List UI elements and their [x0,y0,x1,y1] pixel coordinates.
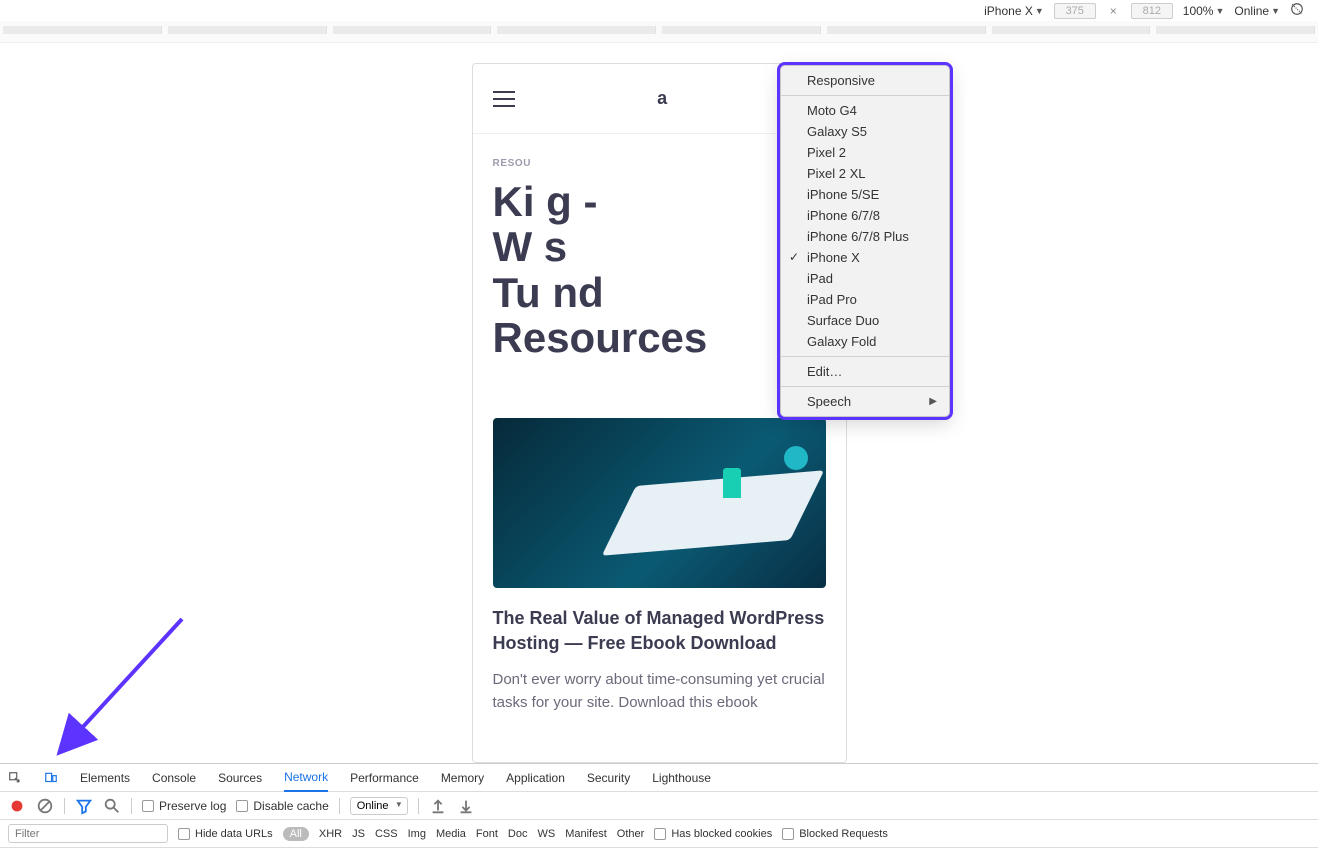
device-menu-item[interactable]: Moto G4 [781,100,949,121]
page-title: Ki g - W s Tu nd Resources [493,179,826,360]
filter-type-manifest[interactable]: Manifest [565,828,607,840]
viewport-height-input[interactable] [1131,3,1173,19]
device-menu-item[interactable]: Speech▶ [781,391,949,412]
dimension-separator: × [1106,4,1121,18]
filter-type-css[interactable]: CSS [375,828,398,840]
site-logo[interactable]: a [657,88,667,109]
filter-type-img[interactable]: Img [408,828,426,840]
device-select-label: iPhone X [984,4,1033,18]
filter-type-other[interactable]: Other [617,828,645,840]
device-toolbar: iPhone X ▼ × 100% ▼ Online ▼ [0,0,1318,21]
devtools-tab-application[interactable]: Application [506,771,565,785]
inspect-element-icon[interactable] [8,771,22,785]
device-menu-item[interactable]: Responsive [781,70,949,91]
devtools-tab-console[interactable]: Console [152,771,196,785]
article-title[interactable]: The Real Value of Managed WordPress Host… [493,606,826,655]
throttle-dropdown[interactable]: Online ▼ [1234,4,1280,18]
device-menu-item[interactable]: iPad [781,268,949,289]
throttle-label: Online [1234,4,1269,18]
caret-down-icon: ▼ [1215,6,1224,16]
preserve-log-label: Preserve log [159,799,226,813]
has-blocked-cookies-label: Has blocked cookies [671,828,772,840]
device-menu-item[interactable]: iPhone 6/7/8 [781,205,949,226]
devtools-tab-performance[interactable]: Performance [350,771,419,785]
article-excerpt: Don't ever worry about time-consuming ye… [493,669,826,714]
devtools-panel: Elements Console Sources Network Performance… [0,763,1318,848]
search-icon[interactable] [103,797,121,815]
devtools-tab-lighthouse[interactable]: Lighthouse [652,771,711,785]
filter-type-xhr[interactable]: XHR [319,828,342,840]
device-menu-item[interactable]: iPad Pro [781,289,949,310]
category-overline: RESOU [493,158,826,169]
device-menu-item[interactable]: Pixel 2 XL [781,163,949,184]
filter-type-doc[interactable]: Doc [508,828,528,840]
blocked-requests-checkbox[interactable]: Blocked Requests [782,828,888,840]
filter-type-font[interactable]: Font [476,828,498,840]
blocked-requests-label: Blocked Requests [799,828,888,840]
device-menu: Responsive Moto G4Galaxy S5Pixel 2Pixel 2… [780,65,950,417]
hero-image [493,418,826,588]
viewport-stage: a RESOU Ki g - W s Tu nd Resources [0,43,1318,763]
filter-type-js[interactable]: JS [352,828,365,840]
devtools-tab-security[interactable]: Security [587,771,630,785]
viewport-width-input[interactable] [1054,3,1096,19]
devtools-tabs: Elements Console Sources Network Performance… [0,764,1318,792]
devtools-tab-sources[interactable]: Sources [218,771,262,785]
has-blocked-cookies-checkbox[interactable]: Has blocked cookies [654,828,772,840]
device-menu-item[interactable]: iPhone 6/7/8 Plus [781,226,949,247]
device-menu-item[interactable]: Surface Duo [781,310,949,331]
zoom-dropdown[interactable]: 100% ▼ [1183,4,1225,18]
device-menu-item[interactable]: Pixel 2 [781,142,949,163]
preserve-log-checkbox[interactable]: Preserve log [142,799,226,813]
hide-data-urls-label: Hide data URLs [195,828,273,840]
filter-type-media[interactable]: Media [436,828,466,840]
filter-input[interactable] [8,824,168,843]
menu-separator [781,95,949,96]
responsive-ruler [0,21,1318,43]
disable-cache-label: Disable cache [253,799,328,813]
menu-separator [781,356,949,357]
network-filter-bar: Hide data URLs All XHR JS CSS Img Media Font Do… [0,820,1318,848]
toggle-device-toolbar-icon[interactable] [44,771,58,785]
download-har-icon[interactable] [457,797,475,815]
clear-icon[interactable] [36,797,54,815]
rotate-icon[interactable] [1290,2,1304,19]
network-toolbar: Preserve log Disable cache Online ▼ [0,792,1318,820]
disable-cache-checkbox[interactable]: Disable cache [236,799,328,813]
devtools-tab-elements[interactable]: Elements [80,771,130,785]
zoom-label: 100% [1183,4,1214,18]
annotation-arrow [52,609,192,759]
filter-type-ws[interactable]: WS [537,828,555,840]
upload-har-icon[interactable] [429,797,447,815]
device-menu-item[interactable]: Edit… [781,361,949,382]
device-menu-item[interactable]: iPhone 5/SE [781,184,949,205]
devtools-tab-memory[interactable]: Memory [441,771,484,785]
throttling-select[interactable]: Online ▼ [350,797,408,815]
device-menu-item[interactable]: Galaxy Fold [781,331,949,352]
caret-down-icon: ▼ [1271,6,1280,16]
devtools-tab-network[interactable]: Network [284,770,328,792]
hide-data-urls-checkbox[interactable]: Hide data URLs [178,828,273,840]
device-menu-item[interactable]: Galaxy S5 [781,121,949,142]
filter-type-all[interactable]: All [283,827,309,841]
record-icon[interactable] [8,797,26,815]
hamburger-menu-icon[interactable] [493,91,515,107]
device-menu-item[interactable]: iPhone X [781,247,949,268]
filter-icon[interactable] [75,797,93,815]
menu-separator [781,386,949,387]
caret-down-icon: ▼ [1035,6,1044,16]
device-select-dropdown[interactable]: iPhone X ▼ [984,4,1044,18]
